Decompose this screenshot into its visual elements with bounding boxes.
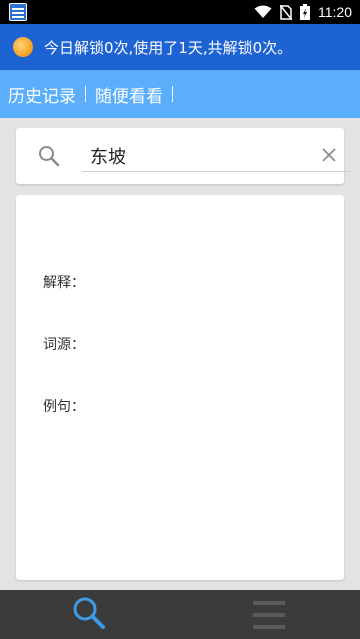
search-input[interactable] (82, 140, 350, 172)
unlock-notice-text: 今日解锁0次,使用了1天,共解锁0次。 (44, 38, 293, 57)
wifi-icon (254, 5, 272, 18)
status-bar: 11:20 (0, 0, 360, 24)
no-sim-icon (280, 4, 292, 20)
search-card (16, 128, 350, 184)
tab-history[interactable]: 历史记录 (8, 82, 76, 107)
menu-icon[interactable] (253, 600, 285, 630)
definition-label: 解释： (43, 275, 85, 291)
battery-icon (300, 4, 310, 20)
tab-bar: 历史记录 随便看看 (0, 70, 360, 118)
tab-divider (85, 86, 86, 102)
bottom-navigation (0, 590, 360, 639)
sun-icon (13, 37, 33, 57)
search-icon (39, 146, 60, 167)
etymology-label: 词源： (43, 337, 85, 353)
search-icon[interactable] (72, 596, 106, 630)
status-clock: 11:20 (318, 4, 352, 20)
status-icons: 11:20 (254, 0, 352, 24)
tab-random[interactable]: 随便看看 (95, 82, 163, 107)
close-icon[interactable] (322, 148, 336, 162)
example-label: 例句： (43, 399, 85, 415)
unlock-notice-bar: 今日解锁0次,使用了1天,共解锁0次。 (0, 24, 360, 70)
definition-card: 解释： 词源： 例句： (16, 195, 344, 580)
tab-divider (172, 86, 173, 102)
app-notification-icon (9, 3, 27, 21)
